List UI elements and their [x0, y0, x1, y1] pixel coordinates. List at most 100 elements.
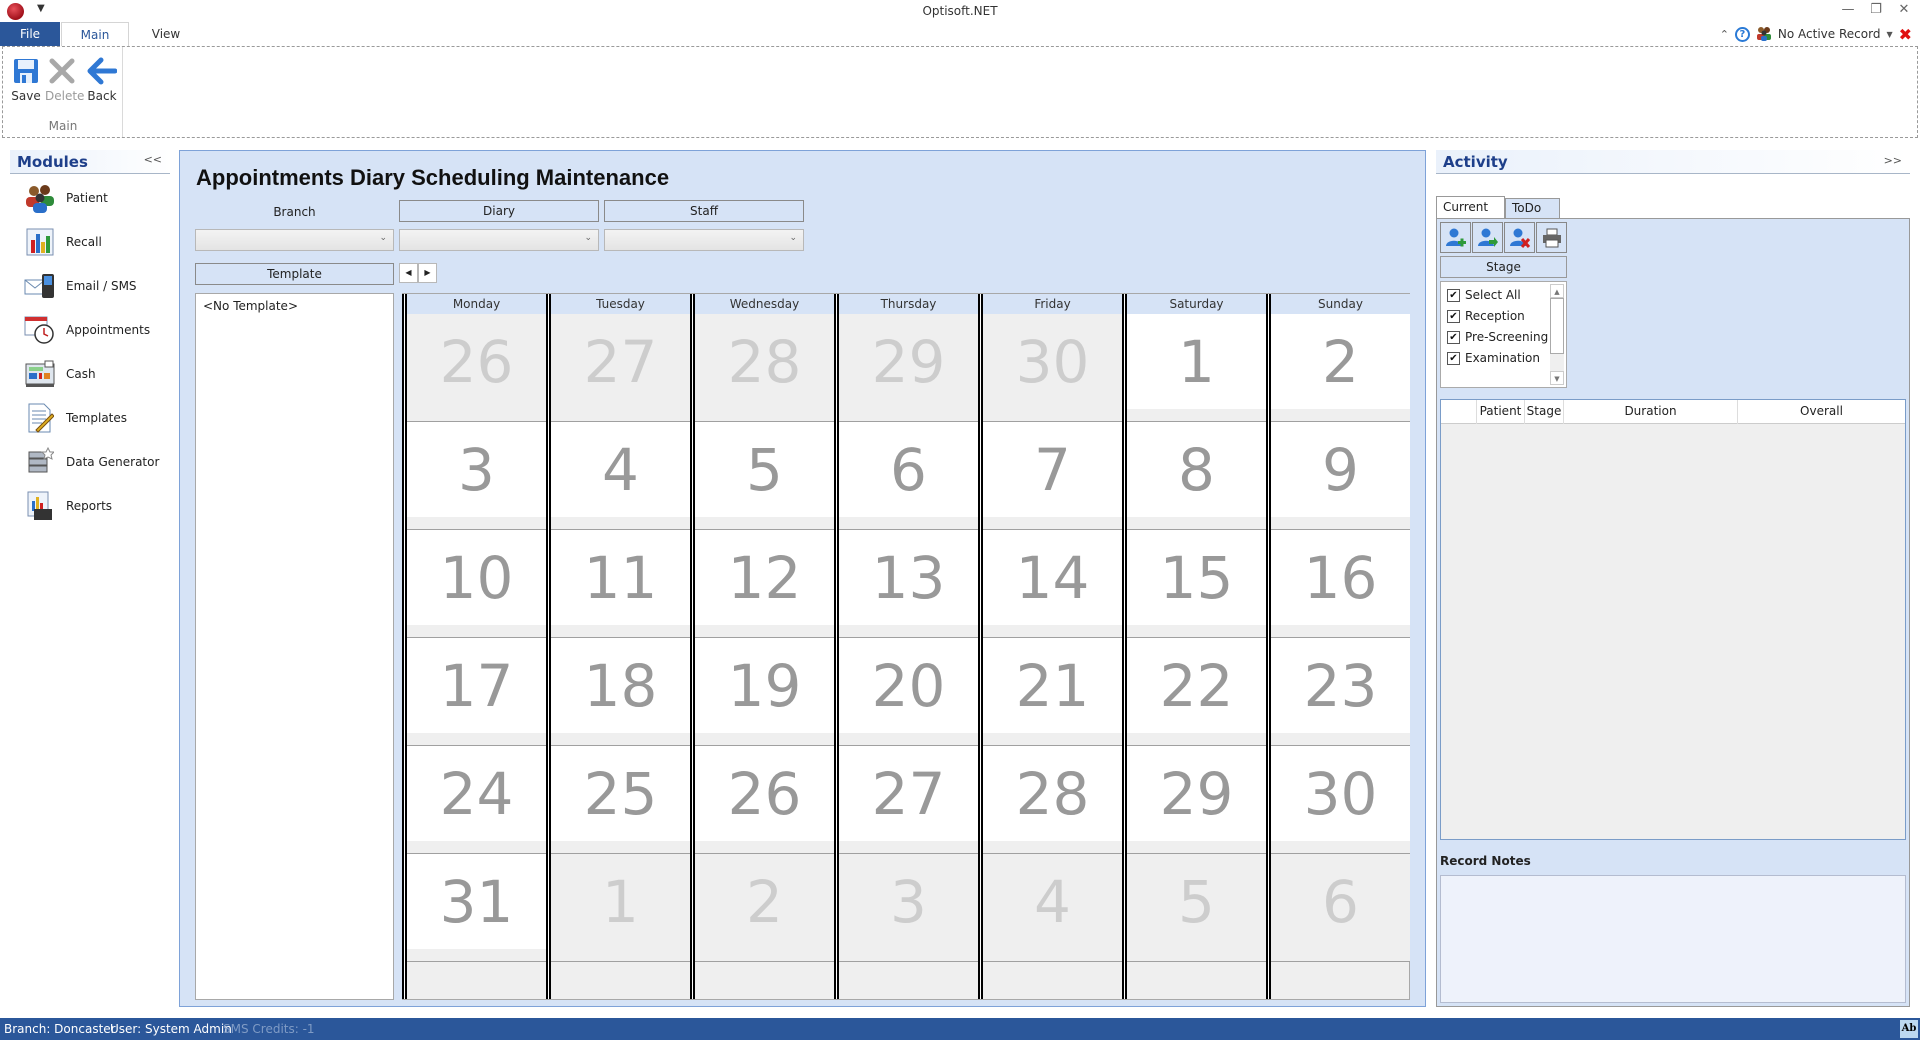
checkbox[interactable]: ✔ — [1447, 330, 1460, 344]
stage-option[interactable]: ✔ Examination — [1447, 348, 1540, 368]
staff-select[interactable]: ⌄ — [604, 229, 804, 251]
calendar-day[interactable]: 14 — [983, 530, 1122, 638]
record-dropdown-icon[interactable]: ▼ — [1886, 30, 1892, 39]
module-reports[interactable]: Reports — [24, 488, 174, 524]
diary-select[interactable]: ⌄ — [399, 229, 599, 251]
module-email-sms[interactable]: Email / SMS — [24, 268, 174, 304]
calendar-day[interactable]: 25 — [551, 746, 690, 854]
calendar-day[interactable]: 28 — [983, 746, 1122, 854]
calendar-day-other-month[interactable]: 3 — [839, 854, 978, 962]
calendar-day-other-month[interactable]: 27 — [551, 314, 690, 422]
template-list[interactable]: <No Template> — [195, 293, 394, 1000]
grid-col-duration[interactable]: Duration — [1564, 400, 1738, 424]
calendar-day[interactable]: 4 — [551, 422, 690, 530]
calendar-day[interactable]: 29 — [1127, 746, 1266, 854]
calendar-day[interactable]: 27 — [839, 746, 978, 854]
calendar-day-other-month[interactable]: 2 — [695, 854, 834, 962]
calendar-day[interactable]: 13 — [839, 530, 978, 638]
calendar-day[interactable]: 24 — [407, 746, 546, 854]
calendar-day[interactable]: 20 — [839, 638, 978, 746]
grid-col-patient[interactable]: Patient — [1477, 400, 1525, 424]
calendar-day[interactable]: 1 — [1127, 314, 1266, 422]
collapse-ribbon-icon[interactable]: ⌃ — [1720, 28, 1729, 41]
tab-current[interactable]: Current — [1436, 196, 1505, 219]
scroll-up-icon[interactable]: ▲ — [1550, 284, 1564, 298]
remove-patient-button[interactable] — [1504, 222, 1535, 253]
minimize-button[interactable]: — — [1838, 2, 1858, 17]
calendar-day[interactable]: 9 — [1271, 422, 1410, 530]
calendar-day-other-month[interactable]: 26 — [407, 314, 546, 422]
back-button[interactable]: Back — [85, 53, 119, 103]
calendar-day-other-month[interactable]: 4 — [983, 854, 1122, 962]
calendar-day[interactable]: 17 — [407, 638, 546, 746]
save-button[interactable]: Save — [9, 53, 43, 103]
staff-header[interactable]: Staff — [604, 200, 804, 222]
font-toggle-button[interactable]: Ab — [1900, 1020, 1918, 1038]
stage-option[interactable]: ✔ Select All — [1447, 285, 1521, 305]
checkbox[interactable]: ✔ — [1447, 351, 1460, 365]
scroll-thumb[interactable] — [1550, 298, 1564, 354]
active-record-label[interactable]: No Active Record — [1778, 27, 1881, 41]
calendar-day[interactable]: 18 — [551, 638, 690, 746]
stage-option[interactable]: ✔ Reception — [1447, 306, 1525, 326]
add-patient-button[interactable] — [1440, 222, 1471, 253]
stage-option[interactable]: ✔ Pre-Screening — [1447, 327, 1548, 347]
template-item[interactable]: <No Template> — [203, 299, 298, 313]
restore-button[interactable]: ❐ — [1866, 2, 1886, 17]
close-window-button[interactable]: ✕ — [1894, 2, 1914, 17]
calendar-day-other-month[interactable]: 29 — [839, 314, 978, 422]
print-button[interactable] — [1536, 222, 1567, 253]
module-appointments[interactable]: Appointments — [24, 312, 174, 348]
module-recall[interactable]: Recall — [24, 224, 174, 260]
calendar-day[interactable]: 22 — [1127, 638, 1266, 746]
calendar-day[interactable]: 26 — [695, 746, 834, 854]
tab-todo[interactable]: ToDo — [1505, 198, 1560, 218]
calendar-day-other-month[interactable]: 28 — [695, 314, 834, 422]
close-record-icon[interactable]: ✖ — [1899, 25, 1912, 44]
calendar-day-other-month[interactable]: 30 — [983, 314, 1122, 422]
calendar-day[interactable]: 12 — [695, 530, 834, 638]
tab-main[interactable]: Main — [61, 22, 129, 46]
calendar-day[interactable]: 16 — [1271, 530, 1410, 638]
calendar-day-other-month[interactable]: 5 — [1127, 854, 1266, 962]
prev-month-button[interactable]: ◀ — [399, 263, 418, 283]
delete-button[interactable]: Delete — [45, 53, 84, 103]
calendar-day[interactable]: 19 — [695, 638, 834, 746]
checkbox[interactable]: ✔ — [1447, 288, 1460, 302]
calendar-day[interactable]: 8 — [1127, 422, 1266, 530]
calendar-day[interactable]: 5 — [695, 422, 834, 530]
stage-list-scrollbar[interactable]: ▲ ▼ — [1550, 284, 1564, 385]
tab-view[interactable]: View — [140, 22, 192, 46]
stage-header[interactable]: Stage — [1440, 256, 1567, 278]
calendar-day[interactable]: 23 — [1271, 638, 1410, 746]
checkbox[interactable]: ✔ — [1447, 309, 1460, 323]
next-month-button[interactable]: ▶ — [418, 263, 437, 283]
tab-file[interactable]: File — [0, 22, 60, 46]
module-templates[interactable]: Templates — [24, 400, 174, 436]
calendar-day[interactable]: 30 — [1271, 746, 1410, 854]
branch-select[interactable]: ⌄ — [195, 229, 394, 251]
scroll-down-icon[interactable]: ▼ — [1550, 371, 1564, 385]
calendar-day[interactable]: 3 — [407, 422, 546, 530]
calendar-day[interactable]: 15 — [1127, 530, 1266, 638]
calendar-day[interactable]: 6 — [839, 422, 978, 530]
module-patient[interactable]: Patient — [24, 180, 174, 216]
grid-col-overall[interactable]: Overall — [1738, 400, 1905, 424]
calendar-day[interactable]: 7 — [983, 422, 1122, 530]
record-notes-field[interactable] — [1440, 875, 1906, 1003]
grid-col-stage[interactable]: Stage — [1525, 400, 1564, 424]
calendar-day[interactable]: 31 — [407, 854, 546, 962]
collapse-modules-button[interactable]: << — [144, 153, 162, 166]
expand-activity-button[interactable]: >> — [1884, 154, 1902, 167]
module-cash[interactable]: Cash — [24, 356, 174, 392]
calendar-day[interactable]: 21 — [983, 638, 1122, 746]
grid-col-selector[interactable] — [1441, 400, 1477, 424]
calendar-day[interactable]: 10 — [407, 530, 546, 638]
template-header[interactable]: Template — [195, 263, 394, 285]
calendar-day[interactable]: 11 — [551, 530, 690, 638]
calendar-day[interactable]: 2 — [1271, 314, 1410, 422]
move-patient-button[interactable] — [1472, 222, 1503, 253]
help-icon[interactable]: ? — [1734, 26, 1750, 42]
calendar-day-other-month[interactable]: 6 — [1271, 854, 1410, 962]
diary-header[interactable]: Diary — [399, 200, 599, 222]
